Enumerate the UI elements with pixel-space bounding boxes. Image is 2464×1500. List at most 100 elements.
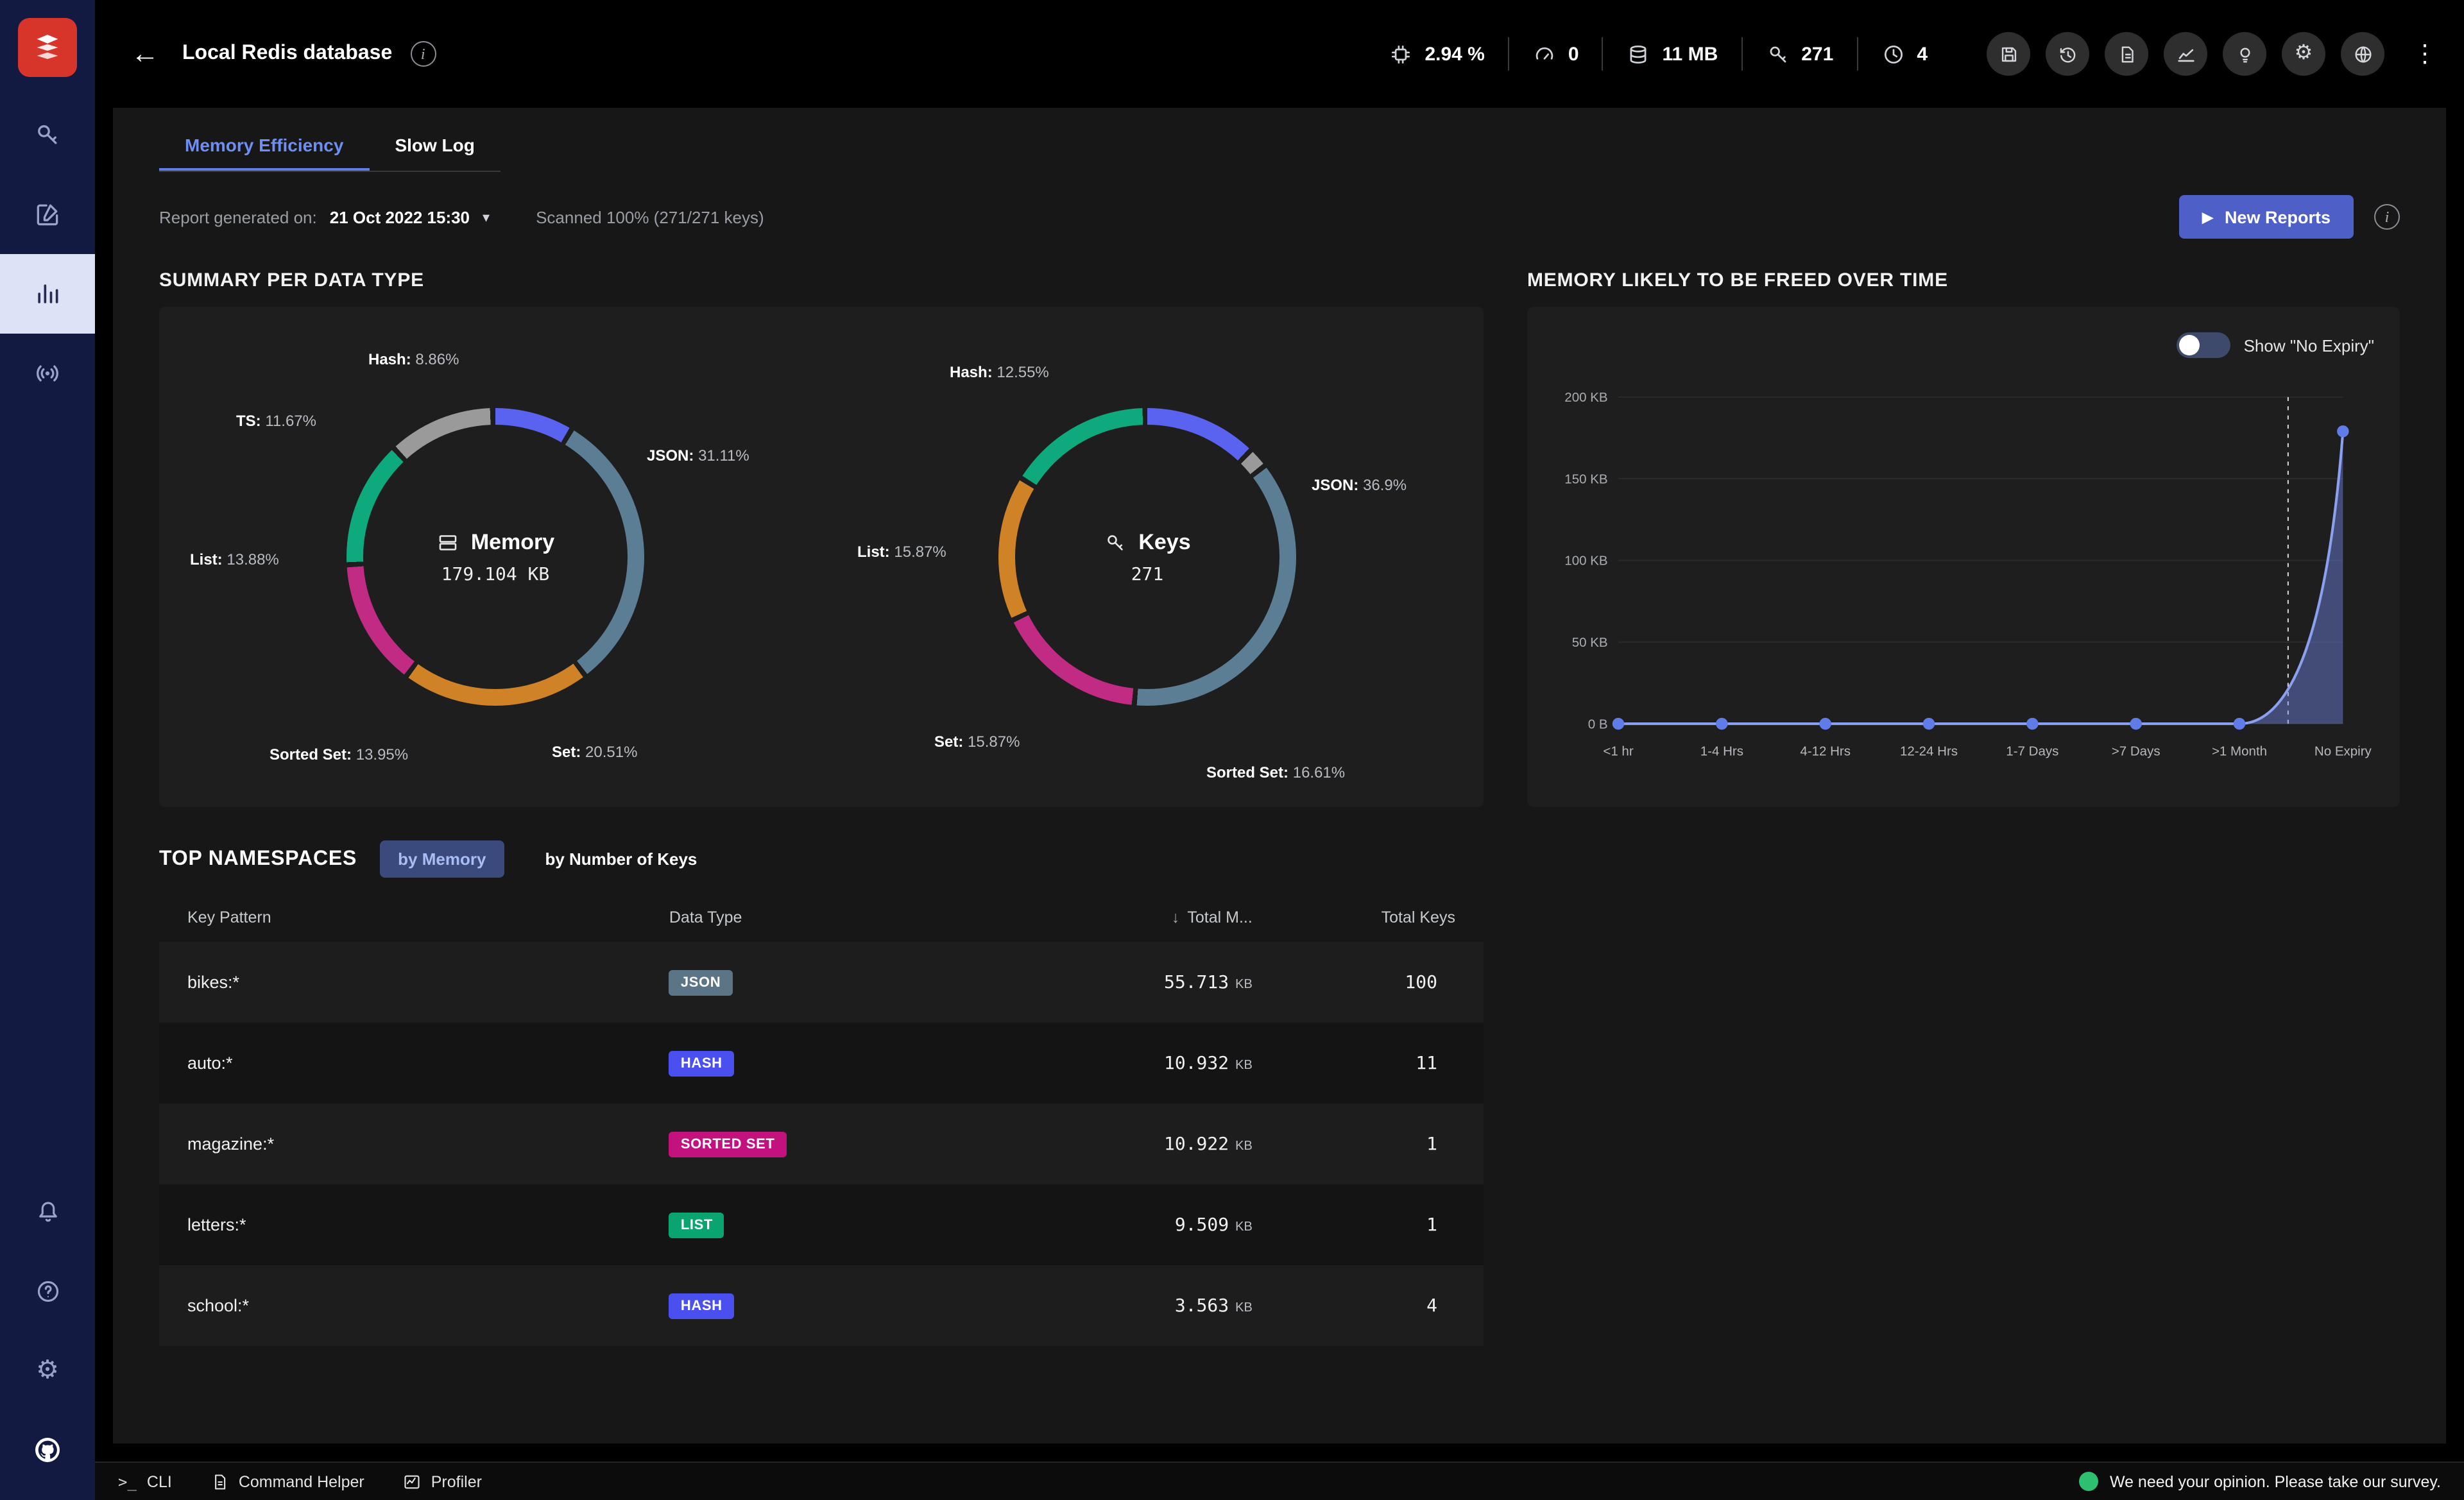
database-title: Local Redis database [182, 42, 392, 65]
storage-icon [1627, 42, 1651, 66]
metric-ops: 0 [1532, 42, 1579, 66]
document-icon [2116, 43, 2137, 65]
main-area: Memory Efficiency Slow Log Report genera… [95, 108, 2464, 1462]
profiler-icon [403, 1472, 421, 1490]
survey-banner[interactable]: We need your opinion. Please take our su… [2079, 1472, 2441, 1491]
svg-text:12-24 Hrs: 12-24 Hrs [1900, 744, 1958, 758]
key-icon [1104, 531, 1127, 554]
sidebar-item-settings[interactable]: ⚙ [0, 1331, 95, 1410]
donut-label-json: JSON: 31.11% [647, 447, 749, 464]
donut-label-sorted-set: Sorted Set: 16.61% [1206, 763, 1345, 781]
freed-toggle-row: Show "No Expiry" [1553, 325, 2374, 366]
donut-label-list: List: 13.88% [190, 550, 279, 568]
namespaces-title: TOP NAMESPACES [159, 848, 357, 871]
globe-button[interactable] [2341, 32, 2384, 76]
sidebar-item-browser[interactable] [0, 95, 95, 175]
sidebar-item-github[interactable] [0, 1410, 95, 1490]
command-helper-button[interactable]: Command Helper [210, 1472, 364, 1490]
key-pattern-cell: auto:* [187, 1053, 669, 1073]
overflow-menu-button[interactable]: ⋮ [2413, 39, 2433, 69]
key-icon [1765, 42, 1790, 66]
col-total-keys[interactable]: Total Keys [1253, 908, 1455, 926]
table-body: bikes:* JSON 55.713KB 100 auto:* HASH 10… [159, 942, 1484, 1346]
key-pattern-cell: school:* [187, 1296, 669, 1315]
table-row[interactable]: auto:* HASH 10.932KB 11 [159, 1023, 1484, 1104]
history-button[interactable] [2046, 32, 2089, 76]
globe-icon [2352, 43, 2374, 65]
reports-info-icon[interactable]: i [2374, 204, 2400, 230]
settings-button[interactable]: ⚙ [2282, 32, 2325, 76]
key-icon [33, 121, 62, 149]
metric-memory: 11 MB [1627, 42, 1718, 66]
svg-text:150 KB: 150 KB [1564, 472, 1607, 486]
sidebar-item-notifications[interactable] [0, 1172, 95, 1251]
bulb-button[interactable] [2223, 32, 2266, 76]
memory-donut-block: Memory 179.104 KB Hash: 8.86% JSON: 31.1… [169, 312, 821, 802]
report-generated-label: Report generated on: [159, 207, 317, 226]
sort-desc-icon: ↓ [1172, 908, 1180, 926]
namespaces-table: Key Pattern Data Type ↓ Total M... Total… [159, 893, 1484, 1346]
metric-clients-value: 4 [1917, 43, 1928, 65]
tab-memory-efficiency[interactable]: Memory Efficiency [159, 115, 369, 171]
table-row[interactable]: magazine:* SORTED SET 10.922KB 1 [159, 1104, 1484, 1184]
keys-donut-title: Keys [1138, 529, 1190, 555]
redis-logo[interactable] [0, 0, 95, 95]
divider [1856, 37, 1858, 71]
profiler-button[interactable]: Profiler [403, 1472, 482, 1490]
donut-label-set: Set: 15.87% [934, 733, 1020, 751]
sidebar-item-help[interactable] [0, 1251, 95, 1331]
gear-icon: ⚙ [2295, 44, 2313, 64]
svg-text:50 KB: 50 KB [1572, 635, 1608, 650]
col-total-memory[interactable]: ↓ Total M... [999, 908, 1253, 926]
metric-memory-value: 11 MB [1663, 43, 1718, 65]
table-row[interactable]: school:* HASH 3.563KB 4 [159, 1265, 1484, 1346]
analytics-button[interactable] [2164, 32, 2207, 76]
table-row[interactable]: letters:* LIST 9.509KB 1 [159, 1184, 1484, 1265]
survey-icon [2079, 1472, 2098, 1491]
memory-donut-title: Memory [471, 529, 554, 555]
sidebar-item-analysis[interactable] [0, 254, 95, 334]
col-key-pattern[interactable]: Key Pattern [187, 908, 669, 926]
donut-label-set: Set: 20.51% [552, 743, 637, 761]
toggle-knob [2180, 335, 2200, 355]
pencil-icon [33, 200, 62, 228]
metric-keys: 271 [1765, 42, 1833, 66]
svg-text:No Expiry: No Expiry [2314, 744, 2372, 758]
data-type-badge: JSON [669, 969, 732, 995]
report-date[interactable]: 21 Oct 2022 15:30 [330, 207, 470, 226]
by-keys-chip[interactable]: by Number of Keys [527, 840, 715, 878]
cli-button[interactable]: >_ CLI [118, 1472, 172, 1490]
gauge-icon [1532, 42, 1557, 66]
svg-text:1-7 Days: 1-7 Days [2006, 744, 2058, 758]
new-reports-button[interactable]: ▶ New Reports [2179, 195, 2354, 239]
donut-label-hash: Hash: 12.55% [950, 363, 1049, 381]
gear-icon: ⚙ [36, 1358, 59, 1383]
keys-donut-value: 271 [1131, 564, 1164, 584]
sidebar-item-pubsub[interactable] [0, 334, 95, 413]
show-no-expiry-toggle[interactable] [2177, 332, 2231, 358]
cpu-icon [1389, 42, 1413, 66]
memory-icon [436, 531, 459, 554]
save-button[interactable] [1987, 32, 2030, 76]
total-memory-cell: 9.509KB [999, 1214, 1253, 1235]
data-type-badge: HASH [669, 1293, 734, 1318]
col-data-type[interactable]: Data Type [669, 908, 999, 926]
sidebar-item-workbench[interactable] [0, 175, 95, 254]
svg-text:4-12 Hrs: 4-12 Hrs [1800, 744, 1851, 758]
total-memory-cell: 55.713KB [999, 972, 1253, 993]
database-info-icon[interactable]: i [410, 41, 436, 67]
topbar: ← Local Redis database i 2.94 % 0 [95, 0, 2464, 108]
svg-text:>7 Days: >7 Days [2112, 744, 2160, 758]
chevron-down-icon[interactable]: ▾ [483, 209, 490, 225]
report-button[interactable] [2105, 32, 2148, 76]
new-reports-label: New Reports [2225, 207, 2331, 226]
bulb-icon [2234, 43, 2255, 65]
by-memory-chip[interactable]: by Memory [380, 840, 504, 878]
table-row[interactable]: bikes:* JSON 55.713KB 100 [159, 942, 1484, 1023]
profiler-label: Profiler [431, 1472, 482, 1490]
data-type-badge: HASH [669, 1050, 734, 1076]
keys-donut-chart: Keys 271 [998, 408, 1296, 706]
back-button[interactable]: ← [126, 37, 164, 71]
analysis-panel: Memory Efficiency Slow Log Report genera… [113, 108, 2446, 1444]
tab-slow-log[interactable]: Slow Log [369, 115, 500, 171]
